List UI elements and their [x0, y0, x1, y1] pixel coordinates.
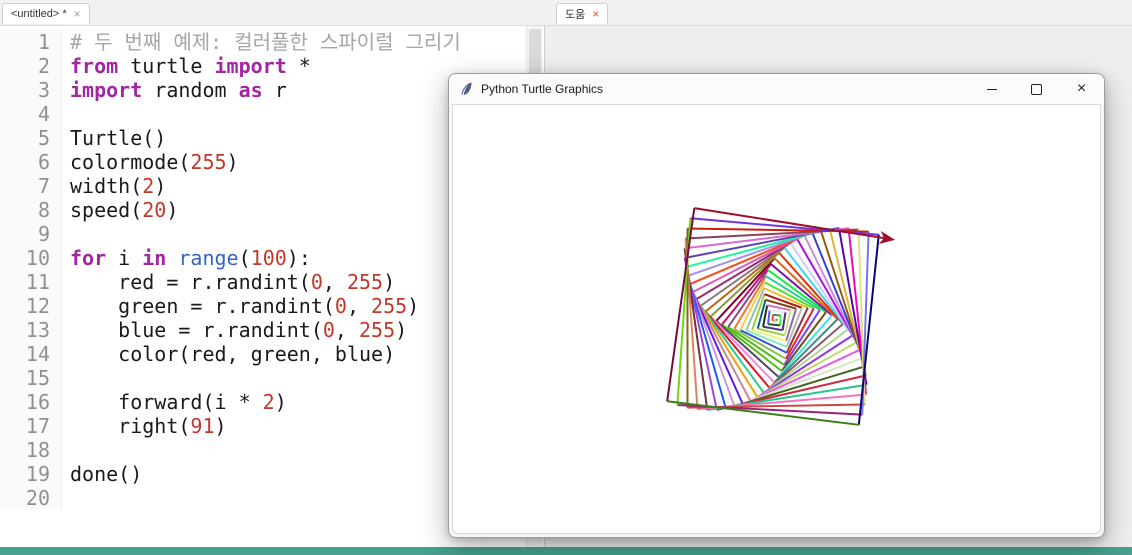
line-number: 12 [25, 294, 50, 318]
spiral-drawing [666, 207, 896, 426]
tab-untitled[interactable]: <untitled> * × [2, 3, 90, 24]
close-icon: × [1076, 80, 1087, 97]
tab-help[interactable]: 도움 × [556, 3, 609, 24]
window-title: Python Turtle Graphics [481, 82, 604, 96]
line-number: 14 [25, 342, 50, 366]
line-number: 2 [37, 54, 50, 78]
code-line[interactable]: # 두 번째 예제: 컬러풀한 스파이럴 그리기 [70, 30, 544, 54]
line-number: 3 [37, 78, 50, 102]
maximize-icon [1031, 83, 1042, 95]
gutter: 1 2 3 4 5 6 7 8 9 10 11 12 13 14 15 16 17 18 19 20 [0, 30, 62, 510]
line-number: 20 [25, 486, 50, 510]
status-bar [0, 547, 1132, 555]
close-button[interactable]: × [1059, 74, 1104, 104]
feather-icon [460, 82, 473, 97]
window-titlebar[interactable]: Python Turtle Graphics × [449, 74, 1104, 104]
screen: <untitled> * × 도움 × 1 2 3 4 5 6 7 8 9 10 11 12 13 14 1… [0, 0, 1132, 555]
tab-help-close-icon[interactable]: × [592, 7, 599, 21]
tab-close-icon[interactable]: × [74, 7, 81, 21]
maximize-button[interactable] [1014, 74, 1059, 104]
line-number: 19 [25, 462, 50, 486]
line-number: 1 [37, 30, 50, 54]
turtle-canvas [452, 104, 1101, 534]
line-number: 17 [25, 414, 50, 438]
line-number: 4 [37, 102, 50, 126]
line-number: 16 [25, 390, 50, 414]
line-number: 7 [37, 174, 50, 198]
line-number: 5 [37, 126, 50, 150]
line-number: 15 [25, 366, 50, 390]
minimize-icon [986, 88, 997, 90]
line-number: 6 [37, 150, 50, 174]
turtle-graphics-window: Python Turtle Graphics × [448, 73, 1105, 538]
line-number: 8 [37, 198, 50, 222]
tab-help-label: 도움 [565, 9, 586, 21]
line-number: 13 [25, 318, 50, 342]
window-controls: × [969, 74, 1104, 104]
tab-untitled-label: <untitled> * [11, 8, 67, 20]
line-number: 18 [25, 438, 50, 462]
minimize-button[interactable] [969, 74, 1014, 104]
line-number: 10 [25, 246, 50, 270]
line-number: 11 [25, 270, 50, 294]
line-number: 9 [37, 222, 50, 246]
tab-bar: <untitled> * × 도움 × [0, 0, 1132, 26]
